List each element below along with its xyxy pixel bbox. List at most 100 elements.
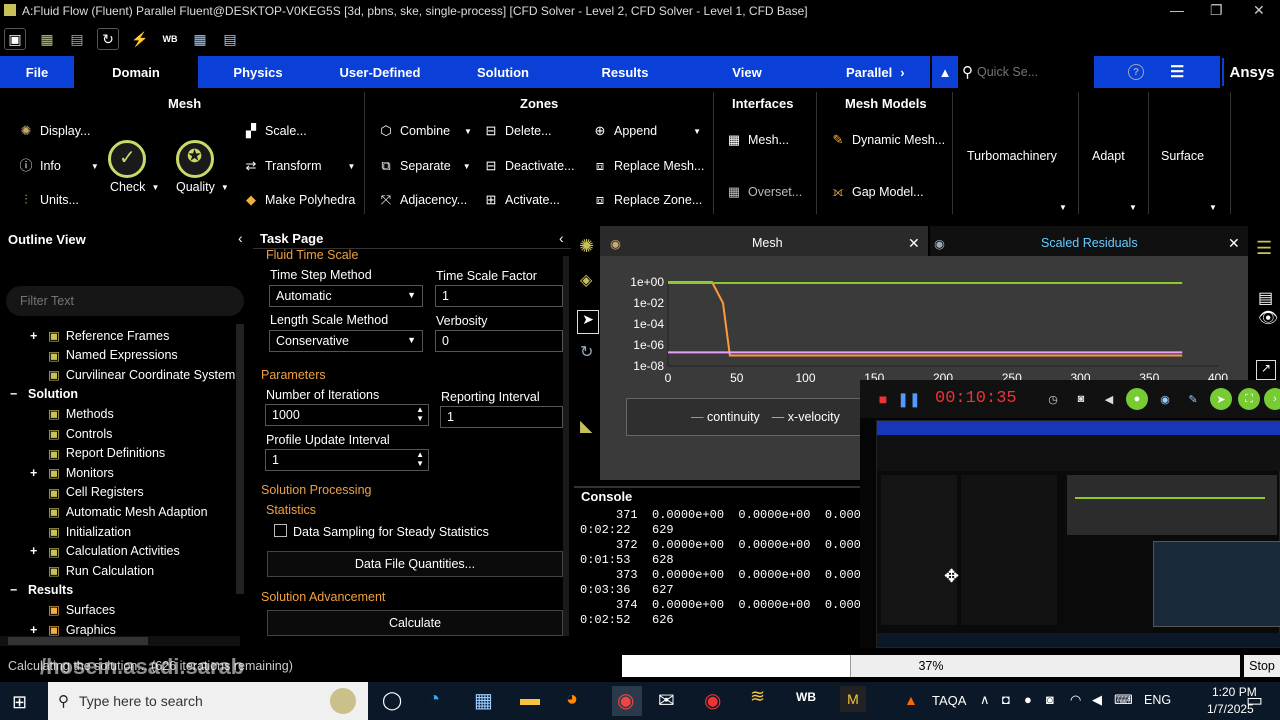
spinner-icon[interactable]: ▲ ▼ — [416, 405, 424, 423]
taskbar-search[interactable]: ⚲ Type here to search — [48, 682, 368, 720]
cursor-icon[interactable]: ➤ — [1210, 388, 1232, 410]
tree-item[interactable]: ▣ Cell Registers — [30, 485, 144, 500]
fluent-icon[interactable]: ≋ — [750, 686, 765, 707]
volume-icon[interactable]: ◀ — [1092, 692, 1102, 708]
tab-parallel[interactable]: Parallel › — [808, 56, 930, 88]
delete-button[interactable]: ⊟ Delete... — [483, 123, 552, 139]
layers-icon[interactable]: ☰ — [1256, 238, 1272, 259]
adapt-button[interactable]: Adapt — [1092, 149, 1125, 163]
chrome-button[interactable]: ◉ — [612, 686, 642, 716]
scale-button[interactable]: ▞ Scale... — [243, 123, 307, 139]
tab-domain[interactable]: Domain — [74, 56, 198, 88]
calendar-icon[interactable]: ▤ — [219, 28, 241, 50]
calculate-button[interactable]: Calculate — [267, 610, 563, 636]
close-window-icon[interactable]: ✕ — [1253, 2, 1265, 19]
transform-button[interactable]: ⇄ Transform ▼ — [243, 158, 356, 174]
help-icon[interactable]: ? — [1128, 64, 1144, 80]
tray-camera-icon[interactable]: ◙ — [1046, 692, 1054, 707]
mechanical-icon[interactable]: M — [840, 686, 866, 712]
data-file-quantities-button[interactable]: Data File Quantities... — [267, 551, 563, 577]
clock-icon[interactable]: ◷ — [1042, 388, 1064, 410]
tree-item[interactable]: + ▣ Reference Frames — [30, 328, 169, 344]
rotate-view-icon[interactable]: ◈ — [580, 270, 592, 290]
outline-hscrollbar[interactable] — [0, 636, 240, 646]
overset-button[interactable]: ▦ Overset... — [726, 184, 802, 200]
fullscreen-icon[interactable]: ⛶ — [1238, 388, 1260, 410]
split-view-icon[interactable]: ▤ — [1258, 288, 1273, 308]
tab-scaled-residuals[interactable]: Scaled Residuals — [1041, 230, 1138, 256]
dynamic-mesh-button[interactable]: ✎ Dynamic Mesh... — [830, 132, 946, 148]
microphone-icon[interactable]: ● — [1126, 388, 1148, 410]
edge-icon[interactable]: ◔ — [428, 688, 440, 711]
stop-record-icon[interactable]: ■ — [872, 388, 894, 410]
quality-button[interactable]: Quality ▼ — [176, 180, 229, 194]
expand-icon[interactable]: + — [30, 623, 42, 637]
stop-button[interactable]: Stop — [1244, 655, 1280, 677]
layout-icon[interactable]: ▦ — [189, 28, 211, 50]
tree-item[interactable]: ▣ Named Expressions — [30, 348, 178, 363]
pen-icon[interactable]: ✎ — [1182, 388, 1204, 410]
tree-item[interactable]: + ▣ Calculation Activities — [30, 544, 180, 559]
language-label[interactable]: ENG — [1144, 693, 1171, 707]
filter-input[interactable] — [20, 294, 220, 308]
firefox-icon[interactable]: ◕ — [566, 688, 578, 711]
collapse-ribbon-button[interactable]: ▲ — [932, 56, 958, 88]
separate-button[interactable]: ⧉ Separate ▼ — [378, 158, 470, 174]
append-button[interactable]: ⊕ Append ▼ — [592, 123, 701, 139]
reporting-interval-input[interactable]: 1 — [440, 406, 563, 428]
combine-button[interactable]: ⬡ Combine ▼ — [378, 123, 472, 139]
quick-search-input[interactable] — [977, 65, 1077, 79]
read-case-icon[interactable]: ▦ — [36, 28, 58, 50]
tab-physics[interactable]: Physics — [198, 56, 318, 88]
profile-update-input[interactable]: 1 ▲ ▼ — [265, 449, 429, 471]
tab-view[interactable]: View — [686, 56, 808, 88]
tree-item[interactable]: ▣ Report Definitions — [30, 446, 165, 461]
expand-icon[interactable]: + — [30, 466, 42, 480]
units-button[interactable]: ⫶ Units... — [18, 192, 79, 208]
probe-icon[interactable]: ◣ — [580, 416, 592, 436]
adjacency-button[interactable]: ⤧ Adjacency... — [378, 192, 467, 208]
iterations-input[interactable]: 1000 ▲ ▼ — [265, 404, 429, 426]
reload-icon[interactable]: ↻ — [97, 28, 119, 50]
webcam-icon[interactable]: ◉ — [1154, 388, 1176, 410]
refresh-view-icon[interactable]: ↻ — [580, 342, 593, 362]
verbosity-input[interactable]: 0 — [435, 330, 563, 352]
activate-button[interactable]: ⊞ Activate... — [483, 192, 560, 208]
lightning-icon[interactable]: ⚡ — [129, 28, 151, 50]
tree-item[interactable]: − Solution — [10, 387, 78, 401]
tree-item[interactable]: + ▣ Monitors — [30, 465, 114, 481]
info-button[interactable]: ⓘ Info ▼ — [18, 158, 98, 174]
minimize-icon[interactable]: — — [1170, 2, 1184, 18]
turbomachinery-button[interactable]: Turbomachinery — [967, 149, 1057, 163]
collapse-panel-icon[interactable]: ‹ — [238, 230, 243, 246]
tree-item[interactable]: ▣ Initialization — [30, 524, 131, 540]
workspace-icon[interactable]: ▣ — [4, 28, 26, 50]
tree-item[interactable]: ▣ Run Calculation — [30, 563, 154, 579]
length-scale-method-select[interactable]: Conservative ▼ — [269, 330, 423, 352]
workbench-icon[interactable]: WB — [159, 28, 181, 50]
pointer-icon[interactable]: ➤ — [577, 310, 599, 334]
menu-list-icon[interactable]: ☰ — [1170, 62, 1184, 82]
notification-icon[interactable]: ▭ — [1246, 690, 1263, 711]
time-step-method-select[interactable]: Automatic ▼ — [269, 285, 423, 307]
close-mesh-tab-icon[interactable]: ✕ — [908, 230, 920, 256]
gap-model-button[interactable]: ⟗ Gap Model... — [830, 184, 923, 200]
collapse-icon[interactable]: − — [10, 387, 22, 401]
store-icon[interactable]: ▦ — [474, 688, 493, 713]
make-polyhedra-button[interactable]: ◆ Make Polyhedra — [243, 192, 355, 208]
quick-search[interactable]: ⚲ — [958, 56, 1092, 88]
interface-mesh-button[interactable]: ▦ Mesh... — [726, 132, 789, 148]
more-icon[interactable]: › — [1264, 388, 1280, 410]
tree-item[interactable]: ▣ Curvilinear Coordinate System — [30, 367, 235, 383]
expand-icon[interactable]: + — [30, 544, 42, 558]
workbench-taskbar-icon[interactable]: WB — [796, 690, 816, 704]
replace-zone-button[interactable]: ⧈ Replace Zone... — [592, 192, 702, 208]
tree-item[interactable]: ▣ Automatic Mesh Adaption — [30, 504, 208, 520]
tree-item[interactable]: ▣ Controls — [30, 426, 112, 442]
surface-button[interactable]: Surface — [1161, 149, 1204, 163]
camera-icon[interactable]: ◙ — [1070, 388, 1092, 410]
tray-mic-icon[interactable]: ● — [1024, 692, 1032, 707]
wifi-icon[interactable]: ◠ — [1070, 692, 1081, 708]
pause-icon[interactable]: ❚❚ — [897, 388, 920, 410]
time-scale-factor-input[interactable]: 1 — [435, 285, 563, 307]
